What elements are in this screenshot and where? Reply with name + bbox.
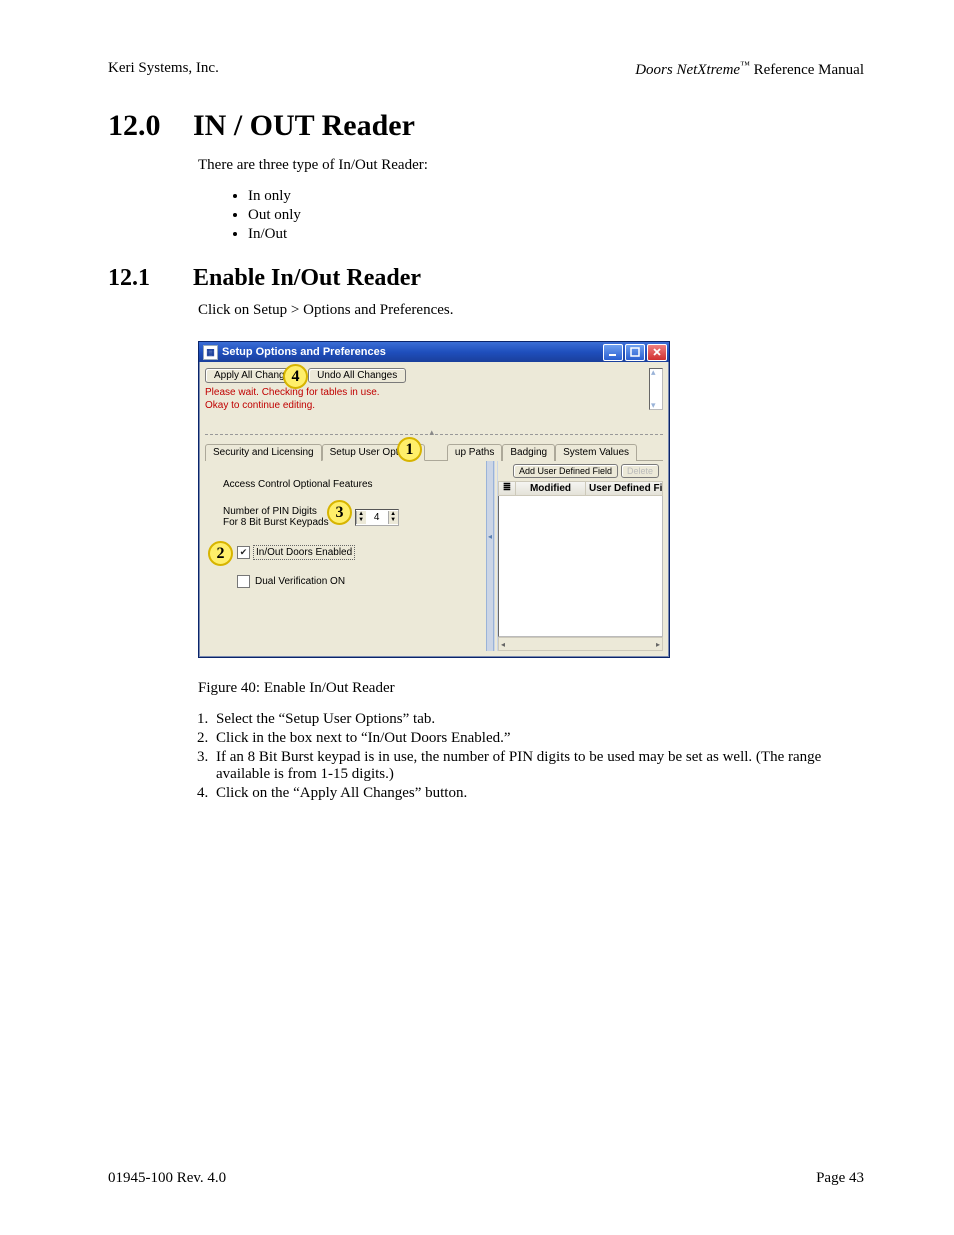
grid-col-modified[interactable]: Modified xyxy=(516,482,585,495)
page-footer: 01945-100 Rev. 4.0 Page 43 xyxy=(108,1170,864,1187)
window-title: Setup Options and Preferences xyxy=(222,346,386,358)
callout-2: 2 xyxy=(208,541,233,566)
instruction-text: Click on Setup > Options and Preferences… xyxy=(198,302,864,319)
undo-all-changes-button[interactable]: Undo All Changes xyxy=(308,368,406,383)
heading-12.1: 12.1Enable In/Out Reader xyxy=(108,265,864,292)
scroll-right-icon[interactable]: ▸ xyxy=(654,640,662,649)
inout-doors-label: In/Out Doors Enabled xyxy=(255,547,353,558)
tab-system-values[interactable]: System Values xyxy=(555,444,637,461)
figure-caption: Figure 40: Enable In/Out Reader xyxy=(198,680,864,697)
pane-divider[interactable] xyxy=(205,434,663,441)
callout-3: 3 xyxy=(327,500,352,525)
scroll-left-icon[interactable]: ◂ xyxy=(499,640,507,649)
callout-4: 4 xyxy=(283,364,308,389)
left-pane: Access Control Optional Features Number … xyxy=(205,461,486,651)
window-titlebar[interactable]: ▦ Setup Options and Preferences xyxy=(199,342,669,362)
close-button[interactable] xyxy=(647,344,667,361)
step-item: Click on the “Apply All Changes” button. xyxy=(212,785,864,802)
pin-digits-label: Number of PIN Digits For 8 Bit Burst Key… xyxy=(223,506,329,528)
minimize-button[interactable] xyxy=(603,344,623,361)
add-user-defined-field-button[interactable]: Add User Defined Field xyxy=(513,464,618,478)
delete-button[interactable]: Delete xyxy=(621,464,659,478)
tab-badging[interactable]: Badging xyxy=(502,444,555,461)
grid-header: ≣ Modified User Defined Fi xyxy=(498,481,663,496)
reader-types-list: In only Out only In/Out xyxy=(248,188,864,243)
list-item: Out only xyxy=(248,207,864,224)
user-defined-fields-grid[interactable] xyxy=(498,496,663,637)
tab-security-licensing[interactable]: Security and Licensing xyxy=(205,444,322,461)
right-pane: Add User Defined Field Delete ≣ Modified… xyxy=(494,461,663,651)
footer-right: Page 43 xyxy=(816,1170,864,1187)
step-item: If an 8 Bit Burst keypad is in use, the … xyxy=(212,749,864,783)
callout-1: 1 xyxy=(397,437,422,462)
status-text: Please wait. Checking for tables in use.… xyxy=(205,387,663,412)
inout-doors-checkbox[interactable] xyxy=(237,546,250,559)
pin-digits-spinner[interactable]: ▲▼ 4 ▲▼ xyxy=(355,509,399,526)
horizontal-scrollbar[interactable]: ◂▸ xyxy=(498,637,663,651)
step-item: Click in the box next to “In/Out Doors E… xyxy=(212,730,864,747)
list-item: In/Out xyxy=(248,226,864,243)
pin-digits-value: 4 xyxy=(366,512,388,523)
status-scrollbar[interactable] xyxy=(649,368,663,410)
header-right: Doors NetXtreme™ Reference Manual xyxy=(635,60,864,79)
maximize-button[interactable] xyxy=(625,344,645,361)
app-icon: ▦ xyxy=(203,345,218,360)
heading-12.0: 12.0IN / OUT Reader xyxy=(108,109,864,143)
dual-verification-checkbox[interactable] xyxy=(237,575,250,588)
setup-options-window: ▦ Setup Options and Preferences Apply Al… xyxy=(198,341,670,658)
numbered-steps: Select the “Setup User Options” tab. Cli… xyxy=(212,711,864,802)
page-header: Keri Systems, Inc. Doors NetXtreme™ Refe… xyxy=(108,60,864,79)
splitter-handle[interactable] xyxy=(486,461,494,651)
footer-left: 01945-100 Rev. 4.0 xyxy=(108,1170,226,1187)
tab-up-paths[interactable]: up Paths xyxy=(447,444,502,461)
step-item: Select the “Setup User Options” tab. xyxy=(212,711,864,728)
grid-header-menu-icon[interactable]: ≣ xyxy=(499,482,516,495)
features-label: Access Control Optional Features xyxy=(223,479,482,490)
header-left: Keri Systems, Inc. xyxy=(108,60,219,79)
intro-text: There are three type of In/Out Reader: xyxy=(198,157,864,174)
dual-verification-label: Dual Verification ON xyxy=(255,576,345,587)
list-item: In only xyxy=(248,188,864,205)
grid-col-user-defined[interactable]: User Defined Fi xyxy=(585,482,662,495)
